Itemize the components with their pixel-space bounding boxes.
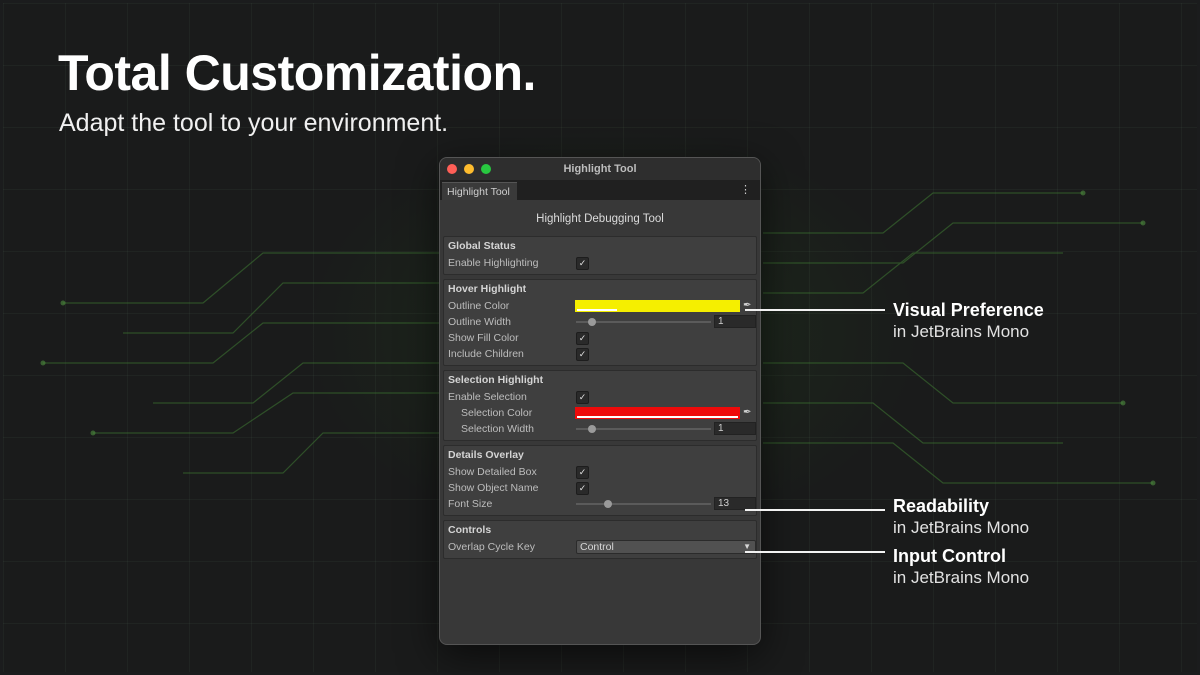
dropdown-value: Control (580, 541, 614, 553)
enable-highlighting-label: Enable Highlighting (448, 257, 539, 269)
outline-color-swatch[interactable] (575, 300, 740, 312)
show-detailed-box-label: Show Detailed Box (448, 466, 537, 478)
section-hover-highlight: Hover Highlight Outline Color ✒ Outline … (443, 279, 757, 366)
enable-selection-checkbox[interactable]: ✓ (576, 391, 589, 404)
overlap-cycle-key-dropdown[interactable]: Control ▼ (576, 540, 756, 554)
window-titlebar[interactable]: Highlight Tool (440, 158, 760, 180)
include-children-checkbox[interactable]: ✓ (576, 348, 589, 361)
outline-width-field[interactable]: 1 (714, 315, 756, 328)
row-include-children: Include Children ✓ (444, 346, 756, 362)
include-children-label: Include Children (448, 348, 524, 360)
outline-width-label: Outline Width (448, 316, 512, 328)
callout-input-sub: in JetBrains Mono (893, 568, 1030, 587)
slider-knob[interactable] (588, 318, 596, 326)
outline-color-label: Outline Color (448, 300, 510, 312)
selection-width-slider[interactable] (576, 425, 711, 433)
show-fill-color-label: Show Fill Color (448, 332, 519, 344)
row-selection-color: Selection Color ✒ (444, 405, 756, 421)
show-object-name-label: Show Object Name (448, 482, 539, 494)
eyedropper-icon[interactable]: ✒ (743, 407, 751, 418)
outline-width-slider[interactable] (576, 318, 711, 326)
overlap-cycle-key-label: Overlap Cycle Key (448, 541, 535, 553)
row-outline-color: Outline Color ✒ (444, 298, 756, 314)
slider-knob[interactable] (604, 500, 612, 508)
row-overlap-cycle-key: Overlap Cycle Key Control ▼ (444, 539, 756, 555)
window-title: Highlight Tool (563, 163, 637, 175)
highlight-tool-window: Highlight Tool Highlight Tool ⋮ Highligh… (439, 157, 761, 645)
kebab-menu-icon[interactable]: ⋮ (740, 183, 751, 196)
section-title: Global Status (448, 240, 516, 252)
section-details-overlay: Details Overlay Show Detailed Box ✓ Show… (443, 445, 757, 516)
section-controls: Controls Overlap Cycle Key Control ▼ (443, 520, 757, 559)
row-show-fill-color: Show Fill Color ✓ (444, 330, 756, 346)
callout-readability-sub: in JetBrains Mono (893, 518, 1030, 537)
row-font-size: Font Size 13 (444, 496, 756, 512)
row-show-detailed-box: Show Detailed Box ✓ (444, 464, 756, 480)
font-size-slider[interactable] (576, 500, 711, 508)
show-object-name-checkbox[interactable]: ✓ (576, 482, 589, 495)
section-global-status: Global Status Enable Highlighting ✓ (443, 236, 757, 275)
hero-title: Total Customization. (58, 45, 536, 101)
row-selection-width: Selection Width 1 (444, 421, 756, 437)
callout-visual-sub: in JetBrains Mono (893, 322, 1030, 341)
selection-width-field[interactable]: 1 (714, 422, 756, 435)
show-detailed-box-checkbox[interactable]: ✓ (576, 466, 589, 479)
row-enable-selection: Enable Selection ✓ (444, 389, 756, 405)
tab-bar: Highlight Tool ⋮ (440, 180, 760, 200)
row-enable-highlighting: Enable Highlighting ✓ (444, 255, 756, 271)
selection-color-label: Selection Color (461, 407, 533, 419)
callout-readability-title: Readability (893, 496, 990, 516)
font-size-label: Font Size (448, 498, 493, 510)
selection-width-label: Selection Width (461, 423, 534, 435)
slider-knob[interactable] (588, 425, 596, 433)
enable-selection-label: Enable Selection (448, 391, 527, 403)
section-title: Selection Highlight (448, 374, 544, 386)
section-title: Controls (448, 524, 492, 536)
hero-subtitle: Adapt the tool to your environment. (59, 109, 449, 137)
section-title: Hover Highlight (448, 283, 527, 295)
row-show-object-name: Show Object Name ✓ (444, 480, 756, 496)
show-fill-color-checkbox[interactable]: ✓ (576, 332, 589, 345)
enable-highlighting-checkbox[interactable]: ✓ (576, 257, 589, 270)
callout-line-visual (745, 309, 885, 311)
selection-color-swatch[interactable] (575, 407, 740, 419)
callout-input-title: Input Control (893, 546, 1006, 566)
section-selection-highlight: Selection Highlight Enable Selection ✓ S… (443, 370, 757, 441)
callout-line-input (745, 551, 885, 553)
tool-heading: Highlight Debugging Tool (536, 213, 664, 225)
section-title: Details Overlay (448, 449, 524, 461)
row-outline-width: Outline Width 1 (444, 314, 756, 330)
callout-line-readability (745, 509, 885, 511)
tab-highlight-tool[interactable]: Highlight Tool (442, 182, 517, 200)
callout-visual-title: Visual Preference (893, 300, 1044, 320)
